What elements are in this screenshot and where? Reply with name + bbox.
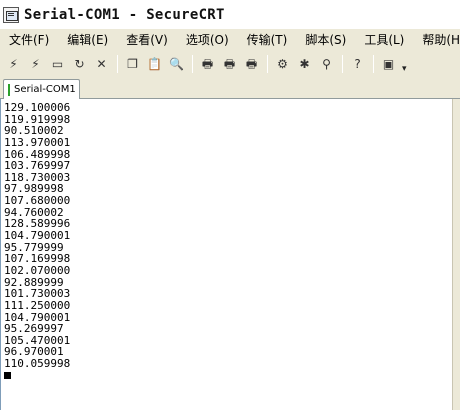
toolbar-separator — [373, 55, 374, 73]
reconnect-button[interactable]: ↻ — [69, 54, 90, 74]
terminal-line: 107.169998 — [4, 252, 71, 266]
terminal-line: 110.059998 — [4, 357, 71, 371]
terminal-line: 101.730003 — [4, 287, 71, 301]
terminal-line: 105.470001 — [4, 333, 71, 347]
menu-script[interactable]: 脚本(S) — [296, 30, 355, 50]
terminal-line: 119.919998 — [4, 112, 71, 126]
paste-button[interactable]: 📋 — [144, 54, 165, 74]
connect-in-tab-icon: ▭ — [51, 57, 64, 71]
securecrt-app-icon[interactable] — [3, 6, 19, 23]
copy-icon: ❐ — [127, 57, 138, 71]
disconnect-button[interactable]: ✕ — [91, 54, 112, 74]
terminal-line: 104.790001 — [4, 310, 71, 324]
terminal-line: 103.769997 — [4, 159, 71, 173]
menu-bar: 文件(F) 编辑(E) 查看(V) 选项(O) 传输(T) 脚本(S) 工具(L… — [0, 29, 460, 51]
title-bar: Serial-COM1 - SecureCRT — [0, 0, 460, 29]
terminal-line: 111.250000 — [4, 298, 71, 312]
find-button[interactable]: 🔍 — [166, 54, 187, 74]
connect-in-tab-button[interactable]: ▭ — [47, 54, 68, 74]
connection-status-indicator — [8, 83, 10, 96]
print-selection-button[interactable]: 🖶 — [219, 54, 240, 74]
terminal-line: 106.489998 — [4, 147, 71, 161]
menu-transfer[interactable]: 传输(T) — [238, 30, 297, 50]
copy-button[interactable]: ❐ — [122, 54, 143, 74]
connect-icon: ⚡ — [9, 57, 18, 71]
toolbar: ⚡ ⚡ ▭ ↻ ✕ ❐ 📋 🔍 🖶 🖶 🖶 ⚙ ✱ ⚲ ? ▣ ▾ — [0, 51, 460, 77]
global-options-icon: ✱ — [299, 57, 310, 71]
menu-help[interactable]: 帮助(H) — [413, 30, 460, 50]
toolbar-separator — [192, 55, 193, 73]
print-button[interactable]: 🖶 — [197, 54, 218, 74]
keymap-button[interactable]: ⚲ — [316, 54, 337, 74]
connect-button[interactable]: ⚡ — [3, 54, 24, 74]
quick-connect-icon: ⚡ — [31, 57, 40, 71]
terminal-line: 107.680000 — [4, 194, 71, 208]
terminal-line: 94.760002 — [4, 205, 64, 219]
menu-view[interactable]: 查看(V) — [117, 30, 177, 50]
disconnect-icon: ✕ — [96, 57, 107, 71]
menu-tools[interactable]: 工具(L) — [355, 30, 413, 50]
find-icon: 🔍 — [169, 57, 184, 71]
reconnect-icon: ↻ — [74, 57, 85, 71]
print-screen-button[interactable]: 🖶 — [241, 54, 262, 74]
terminal-output[interactable]: 129.100006 119.919998 90.510002 113.9700… — [0, 99, 452, 410]
terminal-line: 113.970001 — [4, 135, 71, 149]
toolbar-separator — [117, 55, 118, 73]
print-icon: 🖶 — [201, 57, 214, 71]
terminal-line: 97.989998 — [4, 182, 64, 196]
terminal-line: 95.779999 — [4, 240, 64, 254]
help-button[interactable]: ? — [347, 54, 368, 74]
screen-icon: ▣ — [382, 57, 395, 71]
toolbar-overflow-chevron-icon[interactable]: ▾ — [402, 64, 407, 74]
terminal-line: 102.070000 — [4, 263, 71, 277]
terminal-line: 90.510002 — [4, 124, 64, 138]
session-options-button[interactable]: ⚙ — [272, 54, 293, 74]
session-options-icon: ⚙ — [277, 57, 288, 71]
toolbar-separator — [267, 55, 268, 73]
global-options-button[interactable]: ✱ — [294, 54, 315, 74]
menu-file[interactable]: 文件(F) — [0, 30, 58, 50]
window-right-edge — [452, 99, 460, 410]
window-title: Serial-COM1 - SecureCRT — [24, 6, 225, 23]
terminal-line: 104.790001 — [4, 229, 71, 243]
terminal-line: 118.730003 — [4, 170, 71, 184]
quick-connect-button[interactable]: ⚡ — [25, 54, 46, 74]
help-icon: ? — [354, 57, 361, 71]
terminal-line: 128.589996 — [4, 217, 71, 231]
keymap-icon: ⚲ — [322, 57, 331, 71]
session-tab-bar: Serial-COM1 — [0, 77, 460, 99]
terminal-line: 129.100006 — [4, 101, 71, 114]
print-selection-icon: 🖶 — [223, 57, 236, 71]
terminal-cursor — [4, 371, 11, 379]
menu-edit[interactable]: 编辑(E) — [58, 30, 117, 50]
paste-icon: 📋 — [147, 57, 162, 71]
terminal-cursor-line — [4, 370, 452, 382]
tab-serial-com1[interactable]: Serial-COM1 — [3, 79, 80, 99]
menu-options[interactable]: 选项(O) — [177, 30, 238, 50]
terminal-line: 92.889999 — [4, 275, 64, 289]
toolbar-separator — [342, 55, 343, 73]
tab-label: Serial-COM1 — [14, 84, 76, 95]
print-screen-icon: 🖶 — [245, 57, 258, 71]
terminal-line: 95.269997 — [4, 322, 64, 336]
terminal-line: 96.970001 — [4, 345, 64, 359]
screen-button[interactable]: ▣ — [378, 54, 399, 74]
